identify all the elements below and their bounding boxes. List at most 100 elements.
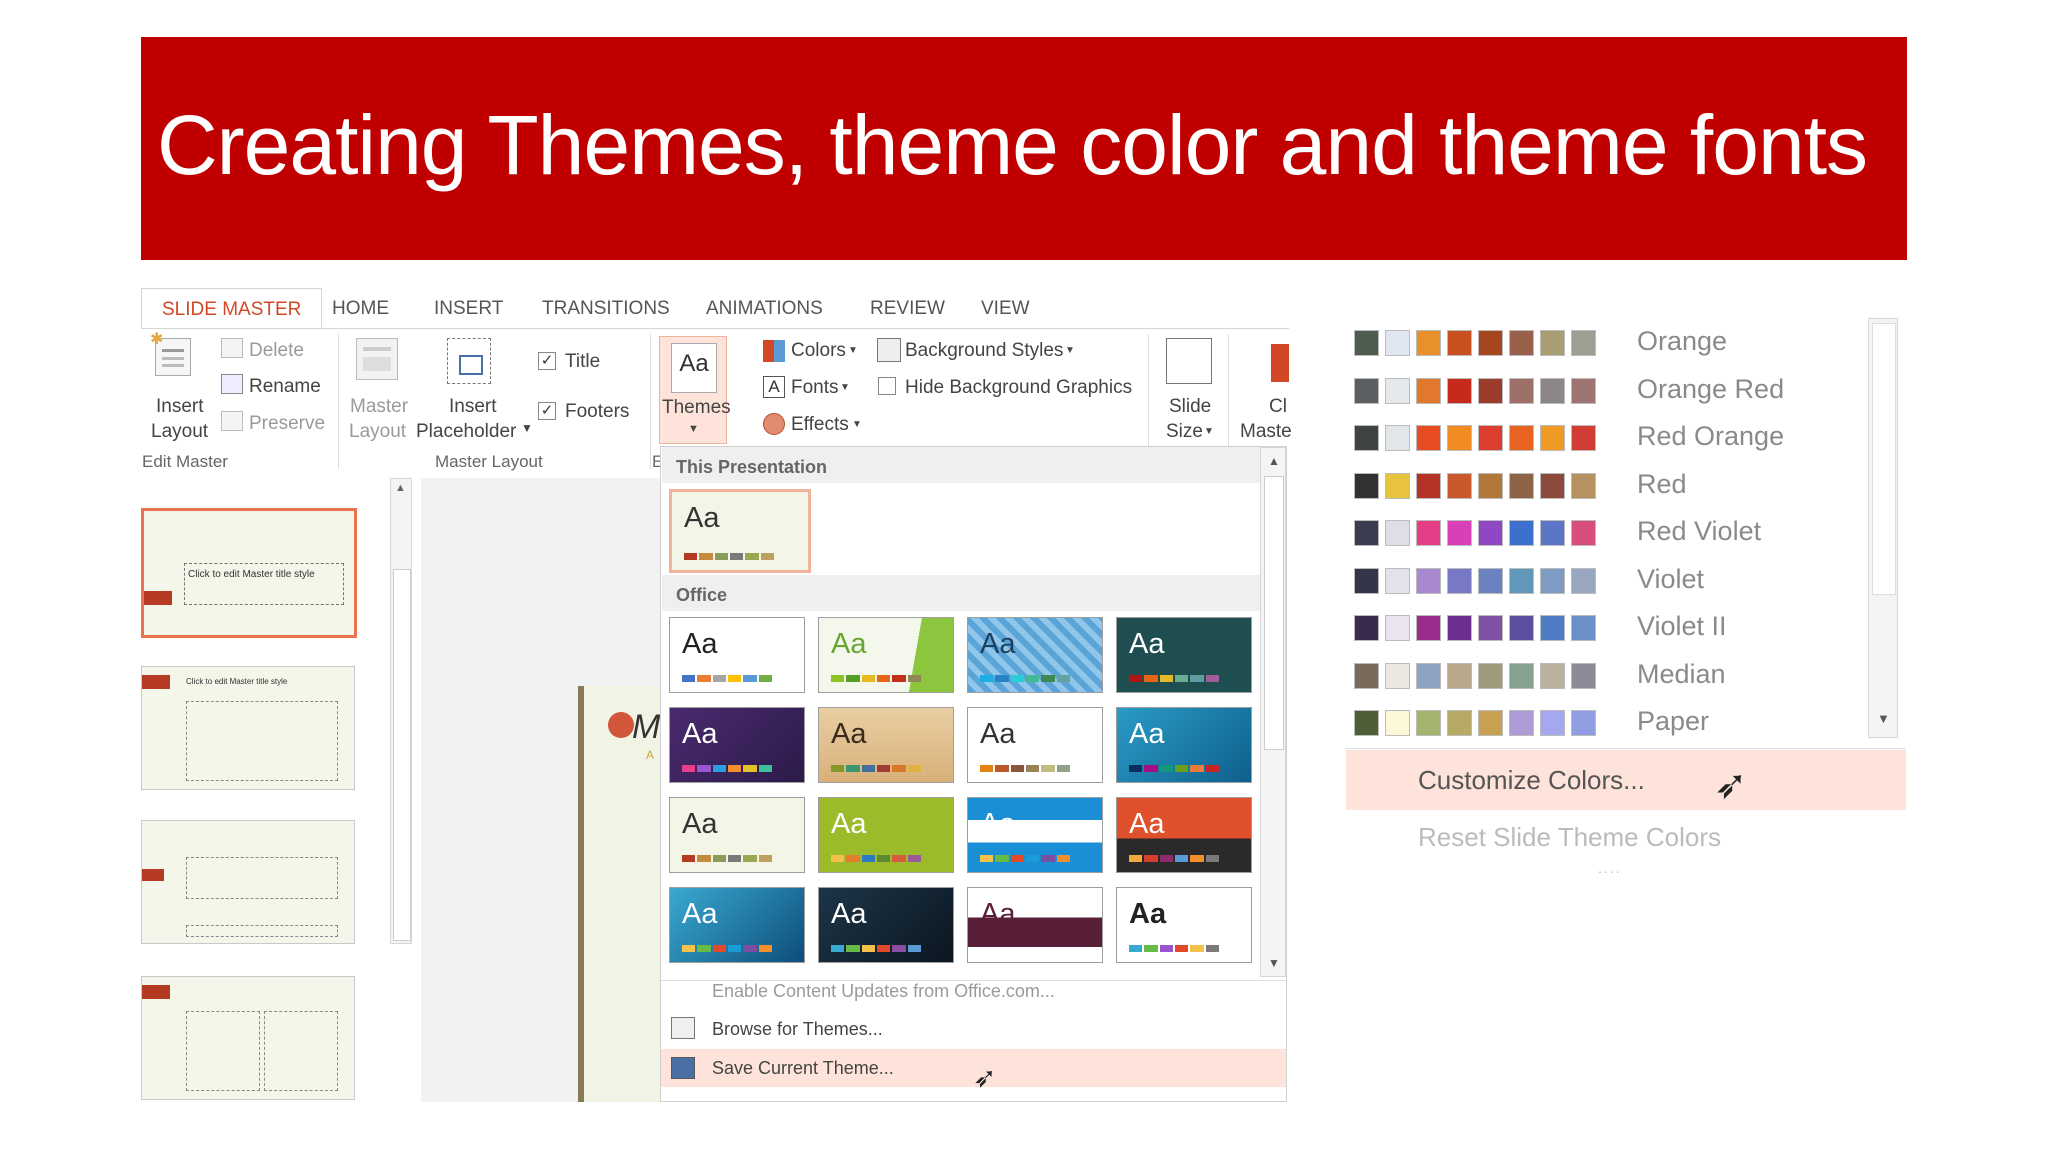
colors-button[interactable]: Colors (791, 340, 846, 362)
color-scheme-name: Median (1637, 658, 1726, 689)
color-swatch (1540, 567, 1565, 594)
color-swatch (1478, 472, 1503, 499)
customize-colors-item[interactable]: Customize Colors... (1418, 765, 1645, 796)
resize-grip-icon[interactable]: .... (1598, 860, 1622, 876)
tab-animations[interactable]: ANIMATIONS (706, 298, 823, 320)
insert-placeholder-label-top[interactable]: Insert (449, 396, 497, 418)
themes-button[interactable]: Aa Themes ▼ (659, 336, 731, 444)
color-swatch (1354, 662, 1379, 689)
insert-layout-label-top[interactable]: Insert (156, 396, 204, 418)
fonts-button[interactable]: Fonts (791, 377, 839, 399)
slide-preview: M A (578, 686, 667, 1102)
tab-review[interactable]: REVIEW (870, 298, 945, 320)
layout-thumbnail[interactable]: Click to edit Master title style (141, 666, 355, 790)
color-swatch (1447, 377, 1472, 404)
theme-tile-integral[interactable]: Aa (967, 617, 1103, 693)
theme-tile-maroon[interactable]: Aa (967, 887, 1103, 963)
scroll-down-icon[interactable]: ▼ (1268, 956, 1280, 970)
scroll-thumb[interactable] (393, 569, 411, 941)
color-scheme-name: Violet II (1637, 611, 1727, 641)
delete-button[interactable]: Delete (249, 340, 304, 362)
theme-tile-blue-stripe[interactable]: Aa (967, 797, 1103, 873)
color-swatch (1540, 662, 1565, 689)
thumbnail-scrollbar[interactable]: ▲ (390, 478, 412, 944)
footers-checkbox-label[interactable]: Footers (565, 401, 629, 423)
theme-tile-facet[interactable]: Aa (818, 617, 954, 693)
preserve-button[interactable]: Preserve (249, 413, 325, 435)
theme-tile-organic[interactable]: Aa (818, 707, 954, 783)
rename-button[interactable]: Rename (249, 376, 321, 398)
tab-transitions[interactable]: TRANSITIONS (542, 298, 670, 320)
theme-tile-green[interactable]: Aa (818, 797, 954, 873)
color-swatch (1447, 662, 1472, 689)
color-scheme-name: Red Orange (1637, 421, 1785, 451)
scroll-down-icon[interactable]: ▼ (1877, 711, 1890, 726)
insert-layout-icon[interactable]: ✱ (150, 332, 191, 376)
theme-tile-white[interactable]: Aa (1116, 887, 1252, 963)
theme-tile-orange[interactable]: Aa (1116, 797, 1252, 873)
layout-thumbnail[interactable] (141, 820, 355, 944)
slide-size-label-top[interactable]: Slide (1169, 396, 1211, 418)
slide-master-thumbnail[interactable]: Click to edit Master title style (141, 508, 357, 638)
enable-content-updates[interactable]: Enable Content Updates from Office.com..… (712, 981, 1055, 1002)
color-swatch (1571, 662, 1596, 689)
browse-themes-icon (671, 1017, 695, 1039)
slide-size-icon[interactable] (1166, 338, 1212, 384)
color-swatch (1571, 615, 1596, 641)
color-scheme-name: Red (1637, 468, 1687, 499)
scroll-up-icon[interactable]: ▲ (1268, 454, 1280, 468)
color-swatch (1571, 567, 1596, 594)
master-layout-label-top[interactable]: Master (350, 396, 408, 418)
tab-slide-master[interactable]: SLIDE MASTER (141, 288, 323, 328)
tab-insert[interactable]: INSERT (434, 298, 503, 320)
scroll-up-icon[interactable]: ▲ (395, 482, 406, 494)
theme-tile-dividend[interactable]: Aa (669, 887, 805, 963)
logo-icon (608, 712, 634, 738)
gallery-scrollbar[interactable]: ▲ ▼ (1260, 447, 1286, 977)
title-checkbox[interactable]: ✓ (538, 352, 556, 370)
color-swatch (1385, 425, 1410, 451)
close-master-icon[interactable] (1271, 344, 1289, 382)
browse-for-themes[interactable]: Browse for Themes... (712, 1019, 883, 1040)
color-swatch (1509, 472, 1534, 499)
theme-tile-office[interactable]: Aa (669, 617, 805, 693)
insert-layout-label-bottom[interactable]: Layout (151, 421, 208, 443)
master-layout-label-bottom[interactable]: Layout (349, 421, 406, 443)
color-swatch (1385, 330, 1410, 356)
footers-checkbox[interactable]: ✓ (538, 402, 556, 420)
scroll-thumb[interactable] (1264, 476, 1284, 750)
colors-scrollbar[interactable]: ▼ (1868, 318, 1898, 738)
insert-placeholder-icon[interactable] (447, 338, 491, 384)
theme-tile-wisp[interactable]: Aa (669, 797, 805, 873)
color-swatch (1416, 662, 1441, 689)
scroll-thumb[interactable] (1872, 323, 1896, 595)
close-master-label-top[interactable]: Cl (1269, 396, 1287, 418)
thumbnail-title-text: Click to edit Master title style (186, 677, 288, 686)
tab-view[interactable]: VIEW (981, 298, 1030, 320)
theme-tile-slice[interactable]: Aa (1116, 707, 1252, 783)
page-title: Creating Themes, theme color and theme f… (157, 98, 1868, 192)
theme-tile-ion-boardroom[interactable]: Aa (1116, 617, 1252, 693)
hide-background-graphics-checkbox[interactable] (878, 377, 896, 395)
reset-slide-theme-colors[interactable]: Reset Slide Theme Colors (1418, 822, 1721, 853)
color-swatch (1509, 567, 1534, 594)
save-current-theme[interactable]: Save Current Theme... (712, 1058, 894, 1079)
tab-home[interactable]: HOME (332, 298, 389, 320)
insert-placeholder-label-bottom[interactable]: Placeholder (416, 421, 516, 443)
title-checkbox-label[interactable]: Title (565, 351, 600, 373)
layout-thumbnail[interactable] (141, 976, 355, 1100)
hide-background-graphics-label[interactable]: Hide Background Graphics (905, 377, 1132, 399)
color-swatch (1385, 615, 1410, 641)
background-styles-button[interactable]: Background Styles (905, 340, 1063, 362)
slide-size-label-bottom[interactable]: Size (1166, 421, 1203, 443)
theme-tile-dark[interactable]: Aa (818, 887, 954, 963)
theme-tile-ion[interactable]: Aa (669, 707, 805, 783)
close-master-label-bottom[interactable]: Maste (1240, 421, 1292, 443)
color-swatch (1416, 615, 1441, 641)
effects-button[interactable]: Effects (791, 414, 849, 436)
color-swatch (1478, 520, 1503, 546)
chevron-down-icon: ▼ (840, 382, 850, 393)
theme-tile-current[interactable]: Aa (669, 489, 811, 573)
color-swatch (1447, 710, 1472, 736)
theme-tile-retrospect[interactable]: Aa (967, 707, 1103, 783)
